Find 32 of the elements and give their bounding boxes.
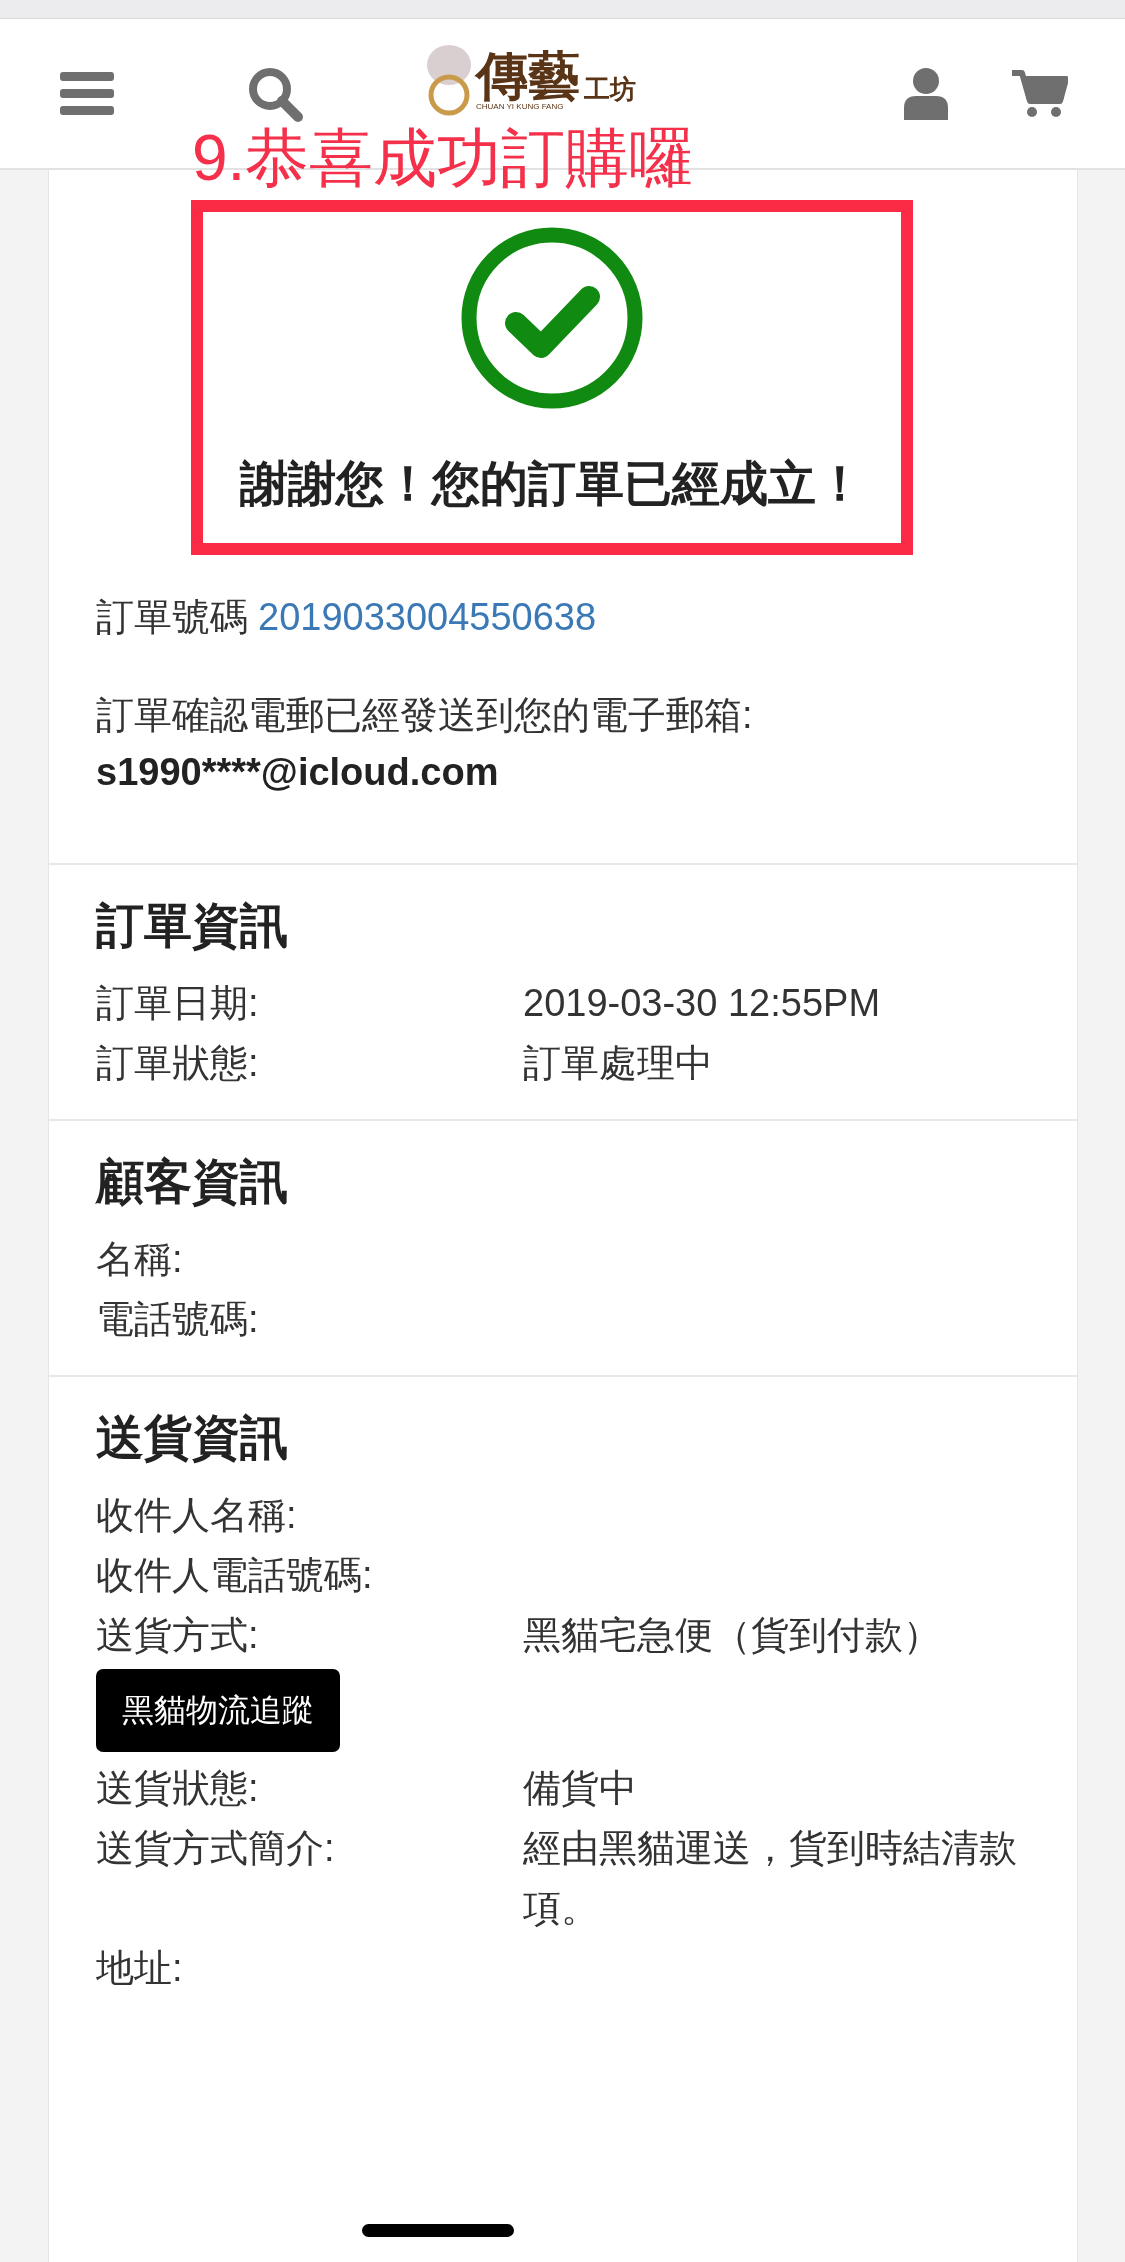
check-circle-icon xyxy=(461,227,643,409)
order-number-link[interactable]: 2019033004550638 xyxy=(258,591,597,643)
field-label: 名稱: xyxy=(96,1237,184,1282)
field-label: 電話號碼: xyxy=(96,1297,260,1342)
field-value: 備貨中 xyxy=(523,1766,638,1811)
menu-icon[interactable] xyxy=(60,71,114,116)
field-value: 訂單處理中 xyxy=(523,1041,714,1086)
email-notice: 訂單確認電郵已經發送到您的電子郵箱: xyxy=(96,693,754,738)
field-value: 經由黑貓運送，貨到時結清款項。 xyxy=(523,1826,1018,1931)
email-address: s1990****@icloud.com xyxy=(96,750,500,795)
logo-subtitle: CHUAN YI KUNG FANG xyxy=(476,101,564,112)
field-label: 送貨狀態: xyxy=(96,1766,260,1811)
user-icon[interactable] xyxy=(904,67,948,120)
section-title: 訂單資訊 xyxy=(96,898,289,954)
section-title: 顧客資訊 xyxy=(96,1154,289,1210)
annotation-text: 9.恭喜成功訂購囉 xyxy=(192,126,694,190)
field-label: 訂單狀態: xyxy=(96,1041,260,1086)
logo-title: 傳藝 xyxy=(476,49,580,102)
tracking-button[interactable]: 黑貓物流追蹤 xyxy=(96,1669,340,1752)
field-label: 地址: xyxy=(96,1946,184,1991)
field-label: 收件人名稱: xyxy=(96,1493,298,1538)
cart-icon[interactable] xyxy=(1012,68,1068,119)
field-label: 訂單日期: xyxy=(96,981,260,1026)
field-value: 2019-03-30 12:55PM xyxy=(523,981,882,1026)
logo-suffix: 工坊 xyxy=(584,75,636,102)
section-title: 送貨資訊 xyxy=(96,1410,289,1466)
field-value: 黑貓宅急便（貨到付款） xyxy=(523,1613,942,1658)
order-number-label: 訂單號碼 xyxy=(96,595,248,640)
field-label: 收件人電話號碼: xyxy=(96,1553,374,1598)
success-message: 謝謝您！您的訂單已經成立！ xyxy=(240,456,864,512)
field-label: 送貨方式: xyxy=(96,1613,260,1658)
field-label: 送貨方式簡介: xyxy=(96,1826,336,1871)
